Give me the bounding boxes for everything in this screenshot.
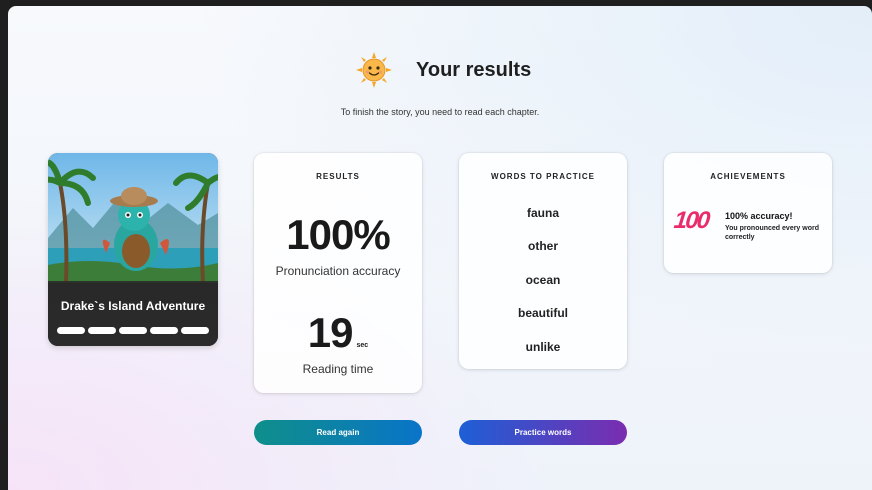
accuracy-label: Pronunciation accuracy — [275, 264, 401, 278]
chapter-progress-segment — [150, 327, 178, 334]
hundred-points-icon: 100 — [672, 207, 710, 234]
page-subtitle: To finish the story, you need to read ea… — [340, 107, 540, 117]
page-title: Your results — [416, 59, 532, 81]
results-card: RESULTS 100% Pronunciation accuracy 19 se… — [254, 153, 422, 393]
chapter-progress-segment — [57, 327, 85, 334]
achievements-heading: ACHIEVEMENTS — [710, 172, 786, 181]
practice-words-button[interactable]: Practice words — [459, 420, 627, 445]
story-info-band — [48, 281, 218, 346]
chapter-progress-segment — [119, 327, 147, 334]
achievement-title: 100% accuracy! — [725, 211, 793, 221]
accuracy-value: 100% — [286, 211, 390, 258]
words-to-practice-card: WORDS TO PRACTICE fauna other ocean beau… — [459, 153, 627, 369]
app-window: Your results To finish the story, you ne… — [8, 6, 872, 490]
story-cover-image — [48, 153, 218, 283]
reading-time-value: 19 — [307, 309, 354, 356]
words-heading: WORDS TO PRACTICE — [491, 172, 595, 181]
practice-word[interactable]: fauna — [459, 206, 627, 220]
sun-mascot-icon — [356, 52, 392, 88]
chapter-progress — [57, 327, 209, 334]
practice-word[interactable]: beautiful — [459, 306, 627, 320]
chapter-progress-segment — [88, 327, 116, 334]
practice-word[interactable]: unlike — [459, 340, 627, 354]
results-header: Your results — [8, 50, 872, 90]
reading-time: 19 sec — [254, 309, 422, 357]
story-title: Drake`s Island Adventure — [60, 299, 206, 313]
chapter-progress-segment — [181, 327, 209, 334]
story-card[interactable]: Drake`s Island Adventure — [48, 153, 218, 346]
read-again-button[interactable]: Read again — [254, 420, 422, 445]
practice-word[interactable]: ocean — [459, 273, 627, 287]
achievement-description: You pronounced every word correctly — [725, 225, 819, 241]
achievements-card: ACHIEVEMENTS 100 100% accuracy! You pron… — [664, 153, 832, 273]
practice-word[interactable]: other — [459, 239, 627, 253]
results-heading: RESULTS — [316, 172, 360, 181]
reading-time-label: Reading time — [302, 362, 374, 376]
reading-time-unit: sec — [356, 342, 369, 349]
